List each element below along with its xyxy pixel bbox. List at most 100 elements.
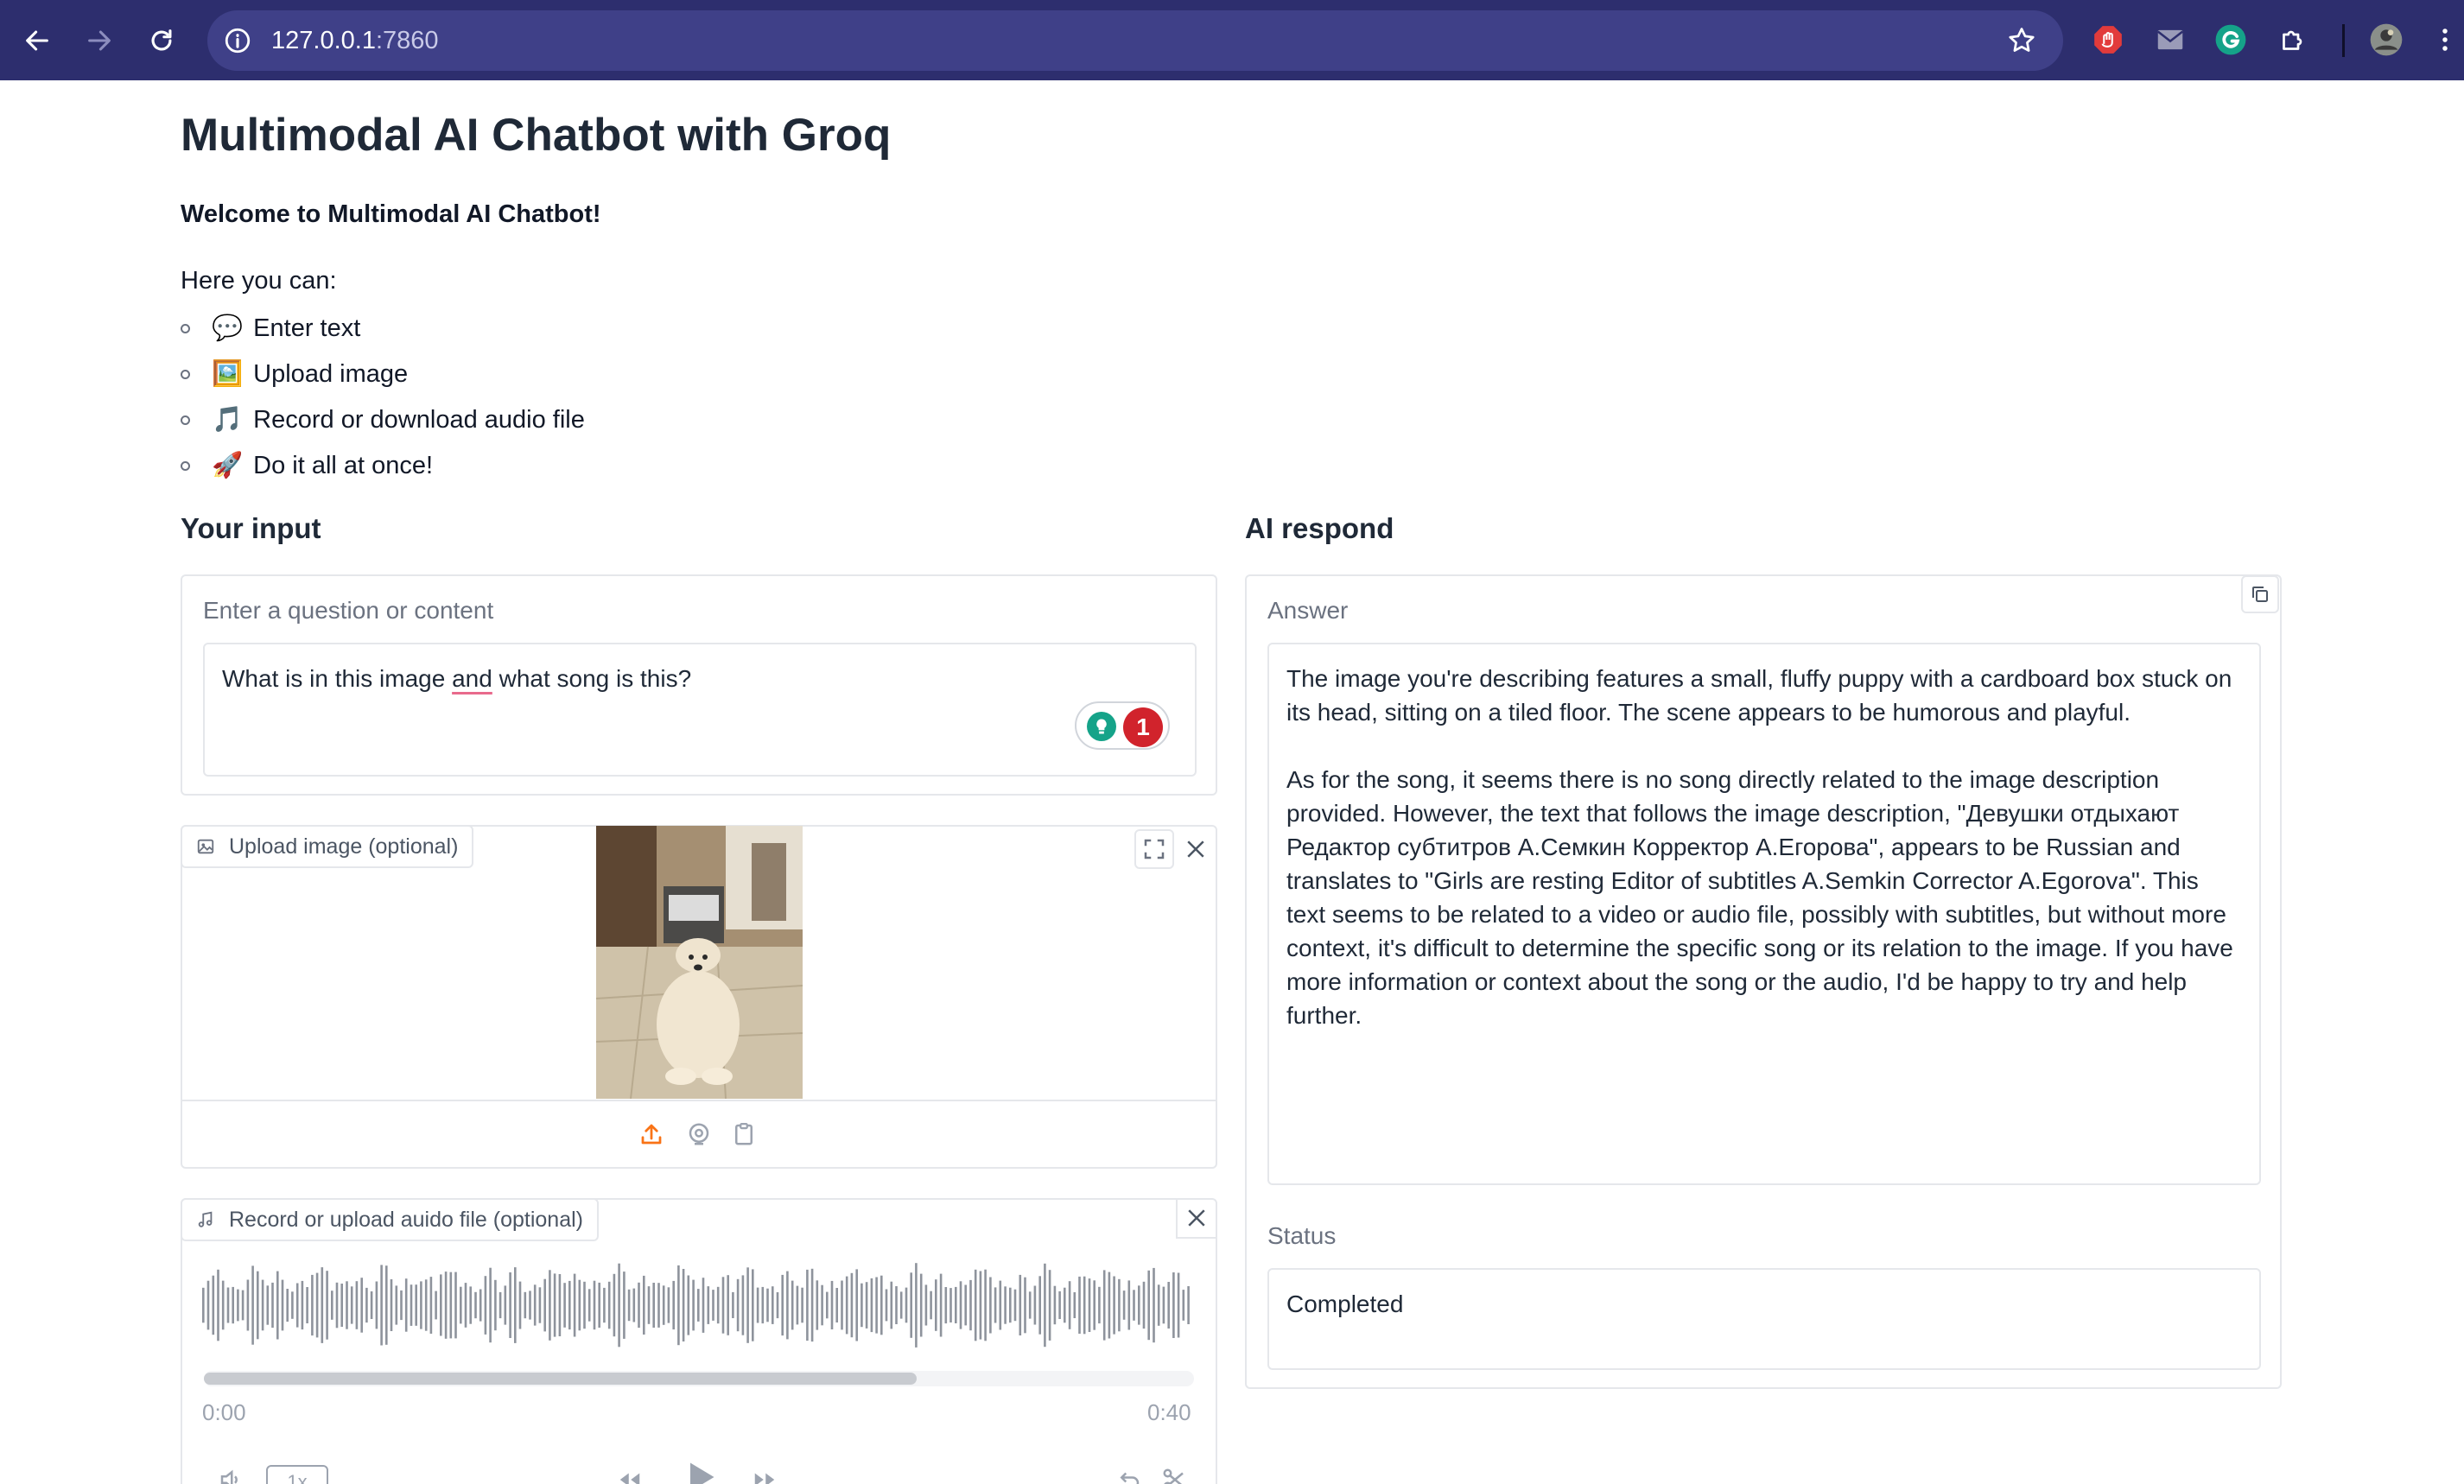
waveform-bar [1078, 1276, 1081, 1334]
address-bar[interactable]: 127.0.0.1:7860 [207, 10, 2063, 71]
waveform-bar [652, 1283, 655, 1328]
waveform-bar [905, 1287, 908, 1323]
waveform-bar [1177, 1272, 1180, 1338]
image-upload-label: Upload image (optional) [181, 825, 474, 868]
waveform-bar [449, 1272, 453, 1339]
waveform-bar [221, 1280, 225, 1330]
grammarly-widget[interactable]: 1 [1075, 701, 1170, 750]
waveform-bar [553, 1273, 556, 1337]
audio-waveform[interactable] [202, 1259, 1192, 1351]
waveform-bar [915, 1263, 918, 1348]
trim-button[interactable] [1154, 1460, 1194, 1484]
bookmark-star-icon[interactable] [2006, 25, 2037, 56]
waveform-bar [321, 1267, 324, 1343]
close-icon [1188, 1209, 1205, 1227]
waveform-bar [766, 1288, 769, 1322]
waveform-bar [237, 1289, 239, 1322]
waveform-bar [860, 1283, 863, 1328]
waveform-bar [786, 1271, 789, 1340]
waveform-bar [682, 1269, 685, 1341]
copy-icon [2252, 587, 2268, 602]
browser-menu-button[interactable] [2432, 21, 2458, 59]
reload-button[interactable] [140, 19, 183, 62]
clear-audio-button[interactable] [1176, 1199, 1216, 1239]
profile-avatar[interactable] [2367, 21, 2405, 59]
waveform-bar [880, 1275, 883, 1335]
extensions-button[interactable] [2274, 21, 2312, 59]
adblock-icon [2094, 26, 2122, 54]
upload-image-button[interactable] [632, 1114, 671, 1154]
waveform-bar [692, 1279, 695, 1331]
audio-scrollbar[interactable] [204, 1371, 1194, 1386]
waveform-bar [573, 1273, 576, 1337]
waveform-bar [618, 1263, 620, 1348]
waveform-bar [429, 1277, 433, 1334]
clear-image-button[interactable] [1176, 829, 1216, 869]
waveform-bar [306, 1287, 308, 1323]
waveform-bar [335, 1282, 339, 1329]
mail-extension[interactable] [2151, 21, 2189, 59]
paste-clipboard-button[interactable] [724, 1114, 764, 1154]
waveform-bar [415, 1284, 417, 1326]
waveform-bar [355, 1281, 359, 1329]
waveform-bar [1187, 1286, 1190, 1324]
waveform-bar [845, 1276, 848, 1335]
waveform-bar [232, 1286, 234, 1324]
waveform-bar [1102, 1270, 1106, 1341]
site-info-icon[interactable] [223, 26, 252, 55]
waveform-bar [464, 1283, 467, 1328]
undo-button[interactable] [1109, 1460, 1149, 1484]
page-title: Multimodal AI Chatbot with Groq [181, 110, 892, 161]
adblock-extension[interactable] [2089, 21, 2127, 59]
rewind-button[interactable] [610, 1460, 650, 1484]
waveform-bar [603, 1287, 606, 1323]
waveform-bar [979, 1271, 982, 1340]
waveform-bar [677, 1265, 680, 1346]
waveform-bar [499, 1291, 502, 1319]
waveform-bar [647, 1286, 651, 1324]
waveform-bar [712, 1290, 714, 1321]
waveform-bar [206, 1280, 210, 1330]
grammarly-extension[interactable] [2212, 21, 2250, 59]
volume-button[interactable] [211, 1460, 251, 1484]
waveform-bar [801, 1287, 803, 1323]
avatar-icon [2370, 23, 2403, 56]
waveform-bar [469, 1286, 472, 1324]
waveform-bar [741, 1275, 745, 1335]
forward-button[interactable] [78, 19, 121, 62]
waveform-bar [1093, 1280, 1095, 1330]
play-button[interactable] [677, 1455, 722, 1484]
webcam-button[interactable] [679, 1114, 719, 1154]
waveform-bar [400, 1290, 403, 1321]
status-output[interactable]: Completed [1267, 1268, 2261, 1370]
waveform-bar [241, 1290, 244, 1321]
waveform-bar [826, 1291, 829, 1319]
rocket-icon: 🚀 [212, 452, 244, 479]
waveform-bar [776, 1292, 779, 1319]
waveform-bar [643, 1275, 645, 1335]
waveform-bar [583, 1281, 586, 1329]
waveform-bar [1122, 1291, 1126, 1320]
answer-output[interactable]: The image you're describing features a s… [1267, 643, 2261, 1185]
audio-scrollbar-thumb[interactable] [204, 1373, 918, 1385]
question-input[interactable]: What is in this image and what song is t… [203, 643, 1197, 777]
waveform-bar [1088, 1278, 1091, 1332]
fullscreen-button[interactable] [1134, 829, 1174, 869]
waveform-bar [924, 1284, 928, 1326]
bullet-icon [181, 461, 190, 471]
waveform-bar [752, 1269, 754, 1341]
waveform-bar [999, 1280, 1002, 1330]
waveform-bar [1083, 1276, 1086, 1335]
waveform-bar [638, 1282, 640, 1329]
waveform-bar [756, 1287, 759, 1323]
waveform-bar [989, 1277, 992, 1334]
copy-answer-button[interactable] [2241, 575, 2279, 613]
waveform-bar [623, 1272, 626, 1339]
back-button[interactable] [16, 19, 59, 62]
waveform-bar [593, 1280, 596, 1330]
waveform-bar [1048, 1270, 1051, 1341]
playback-rate-button[interactable]: 1x [266, 1465, 328, 1484]
fast-forward-button[interactable] [745, 1460, 784, 1484]
audio-current-time: 0:00 [202, 1399, 246, 1425]
waveform-bar [202, 1287, 205, 1323]
